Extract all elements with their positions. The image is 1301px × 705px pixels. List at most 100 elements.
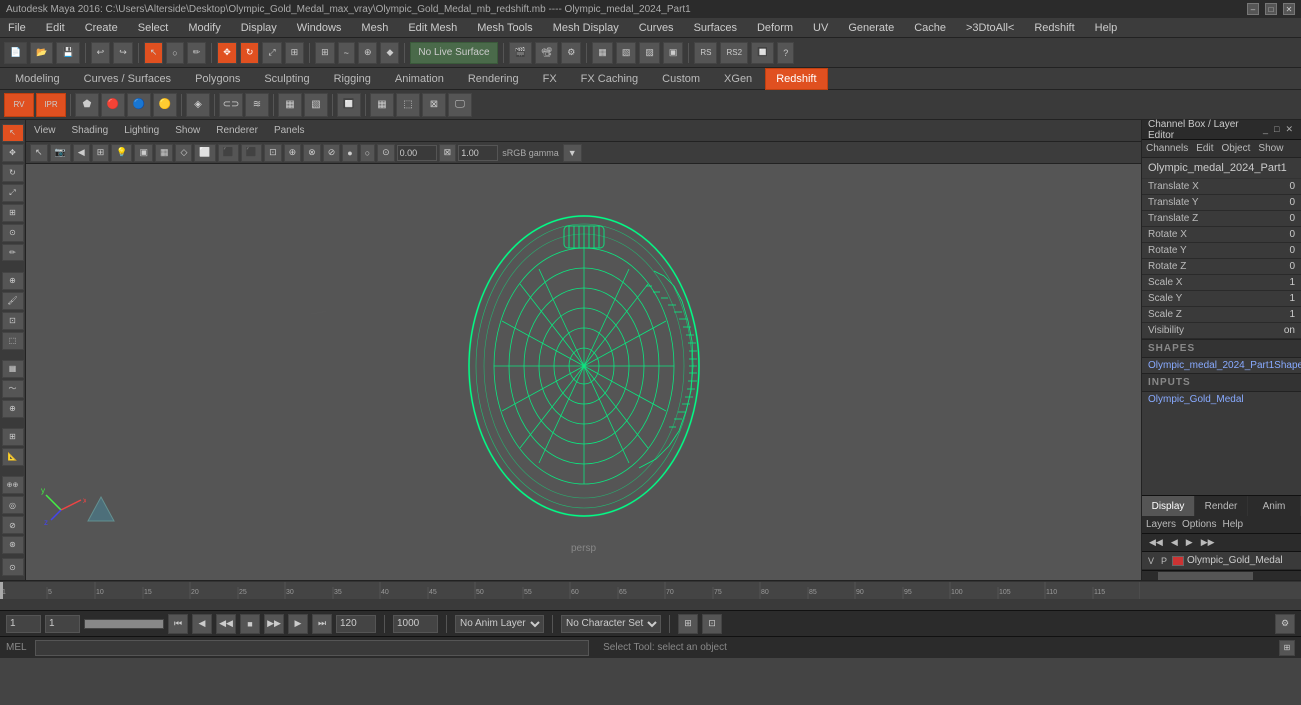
tb-select-tool[interactable]: ↖ [144,42,164,64]
minimize-button[interactable]: – [1247,3,1259,15]
tb-move[interactable]: ✥ [217,42,237,64]
shelf-btn-5[interactable]: ◈ [186,93,210,117]
layer-ctrl-fwd[interactable]: ▶ [1183,537,1196,548]
lt-extra6[interactable]: ⊛ [2,536,24,554]
tb-paint[interactable]: ✏ [187,42,207,64]
tb-undo[interactable]: ↩ [91,42,111,64]
vp-input-val1[interactable]: 0.00 [397,145,437,161]
lt-extra4[interactable]: ◎ [2,496,24,514]
cb-close[interactable]: ✕ [1283,124,1295,135]
lt-snap-curve[interactable]: 〜 [2,380,24,398]
layer-tab-layers[interactable]: Layers [1146,519,1176,530]
cb-row-sz[interactable]: Scale Z 1 [1142,307,1301,323]
vp-btn-smooth[interactable]: ⬛ [218,144,239,162]
vp-btn-select[interactable]: ↖ [30,144,48,162]
lt-move[interactable]: ✥ [2,144,24,162]
vp-btn-extra5[interactable]: ○ [360,144,375,162]
menu-display[interactable]: Display [237,20,281,36]
wf-tab-rigging[interactable]: Rigging [323,68,382,90]
lt-snap-point[interactable]: ⊕ [2,400,24,418]
anim-layer-select[interactable]: No Anim Layer [455,615,544,633]
layer-p[interactable]: P [1159,556,1169,566]
lt-extra2[interactable]: ⬚ [2,332,24,350]
menu-modify[interactable]: Modify [184,20,224,36]
tb-extra2[interactable]: ▧ [616,42,637,64]
pb-step-fwd-end[interactable]: ⏭ [312,614,332,634]
wf-tab-rendering[interactable]: Rendering [457,68,530,90]
menu-uv[interactable]: UV [809,20,832,36]
shelf-btn-ipr[interactable]: IPR [36,93,66,117]
vp-menu-view[interactable]: View [30,123,60,138]
shelf-btn-9[interactable]: ▧ [304,93,328,117]
cb-row-sx[interactable]: Scale X 1 [1142,275,1301,291]
cb-row-rz[interactable]: Rotate Z 0 [1142,259,1301,275]
layer-tab-help[interactable]: Help [1222,519,1243,530]
wf-tab-xgen[interactable]: XGen [713,68,763,90]
dr-tab-anim[interactable]: Anim [1248,496,1301,516]
canvas-3d[interactable]: x y z persp [26,164,1141,558]
tb-redo[interactable]: ↪ [113,42,133,64]
vp-input-val2[interactable]: 1.00 [458,145,498,161]
tb-extra3[interactable]: ▨ [639,42,660,64]
tb-snap-grid[interactable]: ⊞ [315,42,335,64]
menu-create[interactable]: Create [81,20,122,36]
vp-btn-iso[interactable]: ◇ [175,144,192,162]
lt-show-manip[interactable]: ⊕ [2,272,24,290]
shelf-btn-2[interactable]: 🔴 [101,93,125,117]
menu-deform[interactable]: Deform [753,20,797,36]
shelf-btn-11[interactable]: ▦ [370,93,394,117]
tb-ipr[interactable]: 📽 [535,42,558,64]
menu-select[interactable]: Select [134,20,173,36]
layer-v[interactable]: V [1146,556,1156,566]
menu-mesh[interactable]: Mesh [357,20,392,36]
mel-settings[interactable]: ⊞ [1279,640,1295,656]
cb-row-tx[interactable]: Translate X 0 [1142,179,1301,195]
lt-snap-grid[interactable]: ▦ [2,360,24,378]
mel-input[interactable] [35,640,589,656]
vp-btn-grid[interactable]: ⊞ [92,144,110,162]
lt-grid-extra[interactable]: ⊞ [2,428,24,446]
tb-snap-curve[interactable]: ~ [338,42,355,64]
shelf-btn-12[interactable]: ⬚ [396,93,420,117]
pb-settings[interactable]: ⚙ [1275,614,1295,634]
vp-menu-renderer[interactable]: Renderer [212,123,262,138]
pb-step-fwd[interactable]: ▶ [288,614,308,634]
vp-menu-panels[interactable]: Panels [270,123,309,138]
shelf-btn-10[interactable]: 🔲 [337,93,361,117]
tb-extra4[interactable]: ▣ [663,42,684,64]
range-start-input[interactable] [45,615,80,633]
shelf-btn-3[interactable]: 🔵 [127,93,151,117]
menu-mesh-tools[interactable]: Mesh Tools [473,20,536,36]
wf-tab-curves[interactable]: Curves / Surfaces [73,68,182,90]
lt-select[interactable]: ↖ [2,124,24,142]
current-frame-input[interactable] [6,615,41,633]
tb-no-live-surface[interactable]: No Live Surface [410,42,497,64]
cb-row-sy[interactable]: Scale Y 1 [1142,291,1301,307]
lt-soft-mod[interactable]: ⊙ [2,224,24,242]
tb-extra6[interactable]: RS2 [720,42,748,64]
wf-tab-fx[interactable]: FX [532,68,568,90]
vp-btn-wire-smooth[interactable]: ⬛ [241,144,262,162]
menu-edit[interactable]: Edit [42,20,69,36]
shelf-btn-1[interactable]: ⬟ [75,93,99,117]
timeline-ruler[interactable]: 1 5 10 15 20 25 30 35 40 45 50 [0,581,1301,599]
shelf-btn-6[interactable]: ⊂⊃ [219,93,243,117]
menu-generate[interactable]: Generate [844,20,898,36]
cb-row-ry[interactable]: Rotate Y 0 [1142,243,1301,259]
wf-tab-redshift[interactable]: Redshift [765,68,827,90]
wf-tab-fxcaching[interactable]: FX Caching [570,68,649,90]
pb-step-back-start[interactable]: ⏮ [168,614,188,634]
vp-btn-extra4[interactable]: ● [342,144,357,162]
char-set-select[interactable]: No Character Set [561,615,661,633]
vp-btn-between[interactable]: ⊠ [439,144,457,162]
lt-sculpt[interactable]: ✏ [2,244,24,262]
tb-new[interactable]: 📄 [4,42,27,64]
menu-windows[interactable]: Windows [293,20,346,36]
tb-render-view[interactable]: 🎬 [509,42,532,64]
dr-tab-render[interactable]: Render [1195,496,1248,516]
cb-menu-channels[interactable]: Channels [1146,143,1188,154]
lt-measure[interactable]: 📐 [2,448,24,466]
range-end-input[interactable] [336,615,376,633]
cb-scrollbar[interactable] [1142,570,1301,580]
layer-ctrl-back[interactable]: ◀ [1168,537,1181,548]
